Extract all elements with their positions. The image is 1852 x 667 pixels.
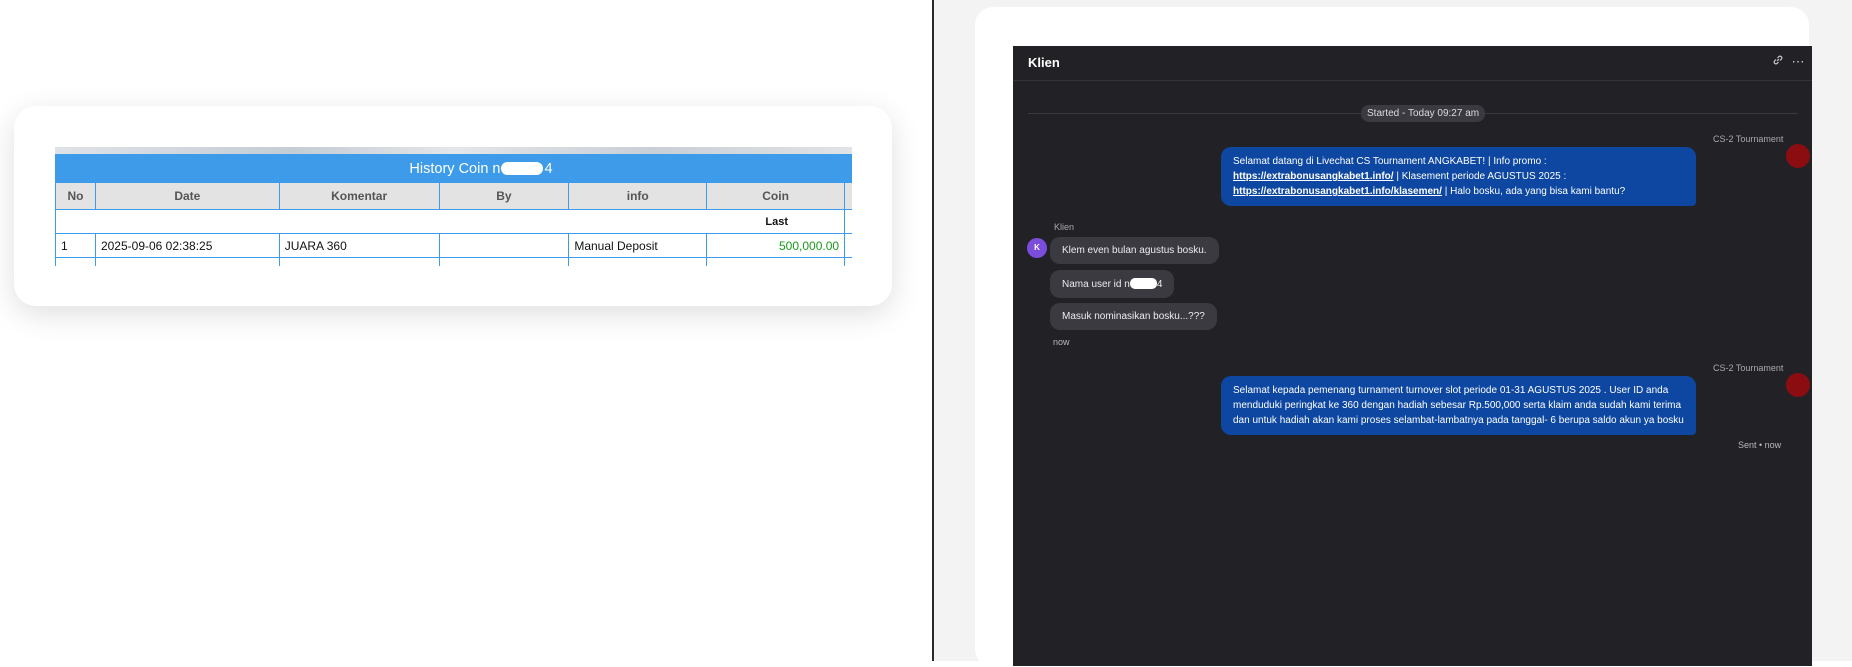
agent-message-2: Selamat kepada pemenang turnament turnov… [1221,376,1696,435]
extra-cell [844,209,852,234]
redaction-mask [501,161,544,175]
table-header-row: No Date Komentar By info Coin [55,182,852,210]
client-avatar: K [1027,238,1047,258]
left-area [0,0,933,661]
agent-name: CS-2 Tournament [1713,134,1784,144]
promo-link[interactable]: https://extrabonusangkabet1.info/ [1233,171,1394,182]
client-message-1: Klem even bulan agustus bosku. [1050,237,1219,264]
row-info: Manual Deposit [568,233,708,258]
redaction-mask [1129,278,1157,289]
client-name: Klien [1054,222,1075,232]
row-extra [844,233,852,258]
table-subheader-row: Last [55,209,852,234]
history-coin-table: History Coin n 4 No Date Komentar By info… [55,154,852,266]
table-title: History Coin n 4 [55,154,852,183]
map-background-strip [55,147,852,154]
msg1-text-2: | Klasement periode AGUSTUS 2025 : [1393,171,1567,182]
history-table-viewport: History Coin n 4 No Date Komentar By info… [55,147,852,266]
col-coin: Coin [706,182,846,210]
client-message-3: Masuk nominasikan bosku...??? [1050,303,1217,330]
col-komentar: Komentar [278,182,440,210]
msg1-text-1: Selamat datang di Livechat CS Tournament… [1233,156,1547,167]
col-date: Date [94,182,280,210]
more-icon[interactable]: ⋯ [1790,54,1806,70]
client-msg2-suffix: 4 [1156,279,1163,290]
chat-header: Klien ⋯ [1013,46,1812,81]
msg1-text-3: | Halo bosku, ada yang bisa kami bantu? [1441,186,1626,197]
client-timestamp: now [1053,337,1070,347]
agent-name: CS-2 Tournament [1713,363,1784,373]
table-row: 1 2025-09-06 02:38:25 JUARA 360 Manual D… [55,233,852,258]
col-info: info [568,182,708,210]
row-by [438,233,570,258]
table-title-prefix: History Coin n [409,160,501,177]
chat-window: Klien ⋯ Started - Today 09:27 am CS-2 To… [1013,46,1812,666]
client-message-2: Nama user id n 4 [1050,270,1175,298]
row-komentar: JUARA 360 [278,233,440,258]
started-badge: Started - Today 09:27 am [1361,105,1486,122]
chat-title: Klien [1028,55,1060,70]
agent-avatar [1786,144,1810,168]
col-no: No [55,182,96,210]
col-extra [844,182,852,210]
table-row-partial [55,257,852,266]
col-by: By [438,182,570,210]
table-title-suffix: 4 [544,160,553,177]
agent-avatar [1786,373,1810,397]
row-date: 2025-09-06 02:38:25 [94,233,280,258]
link-icon[interactable] [1770,54,1786,70]
klasemen-link[interactable]: https://extrabonusangkabet1.info/klaseme… [1233,186,1442,197]
row-coin: 500,000.00 [706,233,846,258]
sent-status: Sent • now [1738,440,1782,450]
agent-message-1: Selamat datang di Livechat CS Tournament… [1221,147,1696,206]
last-label: Last [55,209,846,234]
row-no: 1 [55,233,96,258]
client-msg2-prefix: Nama user id n [1062,279,1130,290]
